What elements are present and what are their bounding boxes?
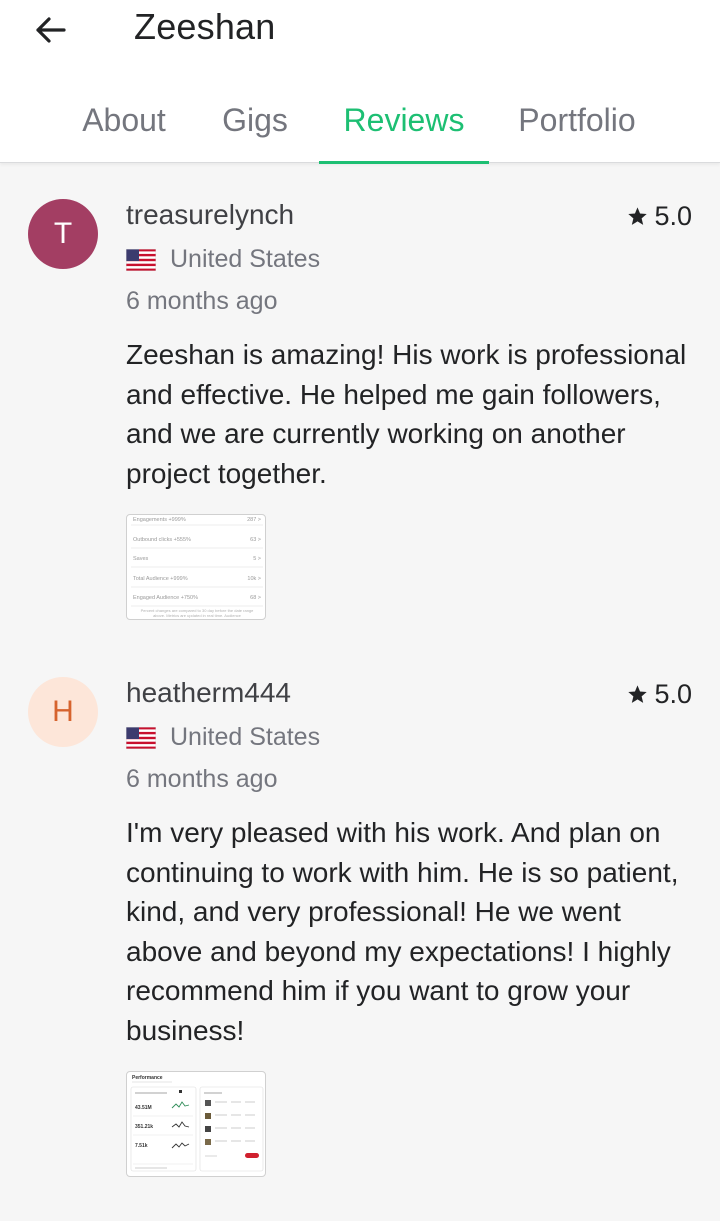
star-icon bbox=[628, 685, 648, 703]
reviewer-username[interactable]: treasurelynch bbox=[126, 199, 294, 231]
thumb-row-label: Saves bbox=[133, 556, 149, 562]
thumb-row-value: 63 > bbox=[250, 537, 261, 543]
thumb-metric: 43.51M bbox=[135, 1105, 152, 1111]
thumb-row-value: 5 > bbox=[253, 556, 261, 562]
thumb-row-value: 10k > bbox=[247, 576, 261, 582]
app-header: Zeeshan About Gigs Reviews Portfolio bbox=[0, 0, 720, 164]
thumb-row-label: Outbound clicks +555% bbox=[133, 537, 191, 543]
tab-portfolio[interactable]: Portfolio bbox=[500, 96, 654, 163]
thumb-row-label: Total Audience +999% bbox=[133, 576, 188, 582]
tab-gigs[interactable]: Gigs bbox=[212, 96, 298, 163]
review-rating: 5.0 bbox=[627, 201, 692, 232]
country-name: United States bbox=[170, 245, 321, 273]
review-text: I'm very pleased with his work. And plan… bbox=[126, 817, 679, 1046]
review-attachment-image[interactable]: Performance 43.51M 351.21k 7.51k bbox=[126, 1071, 266, 1177]
reviewer-username[interactable]: heatherm444 bbox=[126, 677, 291, 709]
tab-bar: About Gigs Reviews Portfolio bbox=[0, 96, 720, 164]
reviewer-country: United States bbox=[126, 723, 320, 752]
reviewer-country: United States bbox=[126, 245, 320, 274]
thumb-row-label: Engagements +999% bbox=[133, 517, 186, 523]
avatar[interactable]: T bbox=[28, 199, 98, 269]
arrow-left-icon bbox=[36, 17, 66, 43]
star-icon bbox=[628, 207, 648, 225]
us-flag-icon bbox=[126, 248, 156, 271]
avatar[interactable]: H bbox=[28, 677, 98, 747]
review-text: Zeeshan is amazing! His work is professi… bbox=[126, 339, 687, 489]
thumb-note: Percent changes are compared to 30 day b… bbox=[140, 608, 254, 618]
thumb-row-value: 287 > bbox=[247, 517, 261, 523]
thumb-row-value: 68 > bbox=[250, 595, 261, 601]
country-name: United States bbox=[170, 723, 321, 751]
us-flag-icon bbox=[126, 726, 156, 749]
rating-value: 5.0 bbox=[654, 679, 692, 709]
thumb-title: Performance bbox=[132, 1075, 163, 1081]
page-title: Zeeshan bbox=[134, 6, 276, 47]
thumb-metric: 351.21k bbox=[135, 1124, 153, 1130]
tab-about[interactable]: About bbox=[66, 96, 182, 163]
back-button[interactable] bbox=[26, 8, 74, 52]
review-rating: 5.0 bbox=[627, 679, 692, 710]
review-attachment-image[interactable]: Engagements +999% 287 > Outbound clicks … bbox=[126, 514, 266, 620]
review-time: 6 months ago bbox=[126, 287, 278, 315]
review-time: 6 months ago bbox=[126, 765, 278, 793]
tab-reviews[interactable]: Reviews bbox=[319, 96, 489, 164]
rating-value: 5.0 bbox=[654, 201, 692, 231]
thumb-metric: 7.51k bbox=[135, 1143, 148, 1149]
thumb-row-label: Engaged Audience +750% bbox=[133, 595, 198, 601]
